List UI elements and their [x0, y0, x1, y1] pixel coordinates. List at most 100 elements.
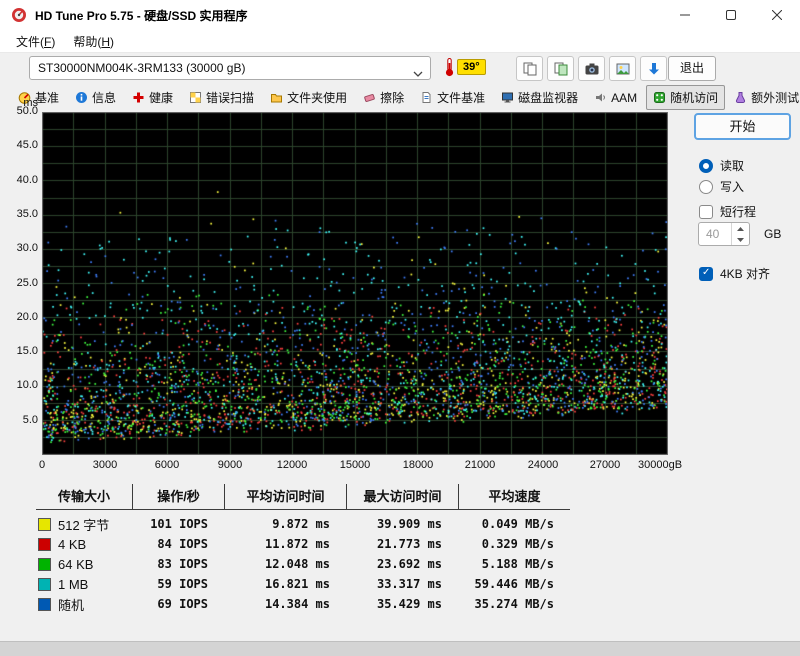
- table-cell: 35.429 ms: [376, 597, 442, 611]
- chevron-down-icon: [413, 66, 423, 80]
- tab-extra-tests[interactable]: 额外测试: [727, 85, 800, 110]
- app-icon: [11, 7, 27, 23]
- y-tick-label: 5.0: [22, 414, 38, 426]
- short-stroke-size-input[interactable]: [699, 223, 731, 245]
- aam-icon: [594, 91, 607, 104]
- table-cell: 59 IOPS: [157, 577, 208, 591]
- menu-file[interactable]: 文件(F): [7, 30, 64, 53]
- table-cell: 84 IOPS: [157, 537, 208, 551]
- drive-select-value: ST30000NM004K-3RM133 (30000 gB): [38, 61, 246, 75]
- short-stroke-size-field: [698, 222, 750, 246]
- tab-aam[interactable]: AAM: [587, 87, 644, 109]
- x-tick-label: 24000: [527, 459, 559, 471]
- column-header: 平均速度: [458, 484, 570, 510]
- table-cell: 23.692 ms: [376, 557, 442, 571]
- column-header: 最大访问时间: [346, 484, 458, 510]
- health-icon: [132, 91, 145, 104]
- y-tick-label: 50.0: [16, 105, 38, 117]
- tab-file-benchmark[interactable]: 文件基准: [413, 85, 492, 110]
- copy-text-icon[interactable]: [516, 56, 543, 81]
- table-cell: 0.329 MB/s: [481, 537, 554, 551]
- table-cell: 59.446 MB/s: [474, 577, 554, 591]
- short-stroke-unit-label: GB: [764, 227, 782, 241]
- table-row-legend: 512 字节: [36, 514, 132, 534]
- legend-swatch-512b[interactable]: [38, 517, 51, 531]
- error-scan-icon: [189, 91, 202, 104]
- read-radio-label: 读取: [720, 159, 745, 173]
- x-tick-label: 6000: [154, 459, 180, 471]
- x-tick-label: 30000gB: [638, 459, 683, 471]
- legend-swatch-random[interactable]: [38, 597, 51, 611]
- write-radio-label: 写入: [720, 180, 745, 194]
- table-cell: 33.317 ms: [376, 577, 442, 591]
- random-access-icon: [653, 91, 666, 104]
- table-cell: 16.821 ms: [264, 577, 330, 591]
- legend-swatch-64kb[interactable]: [38, 557, 51, 571]
- table-cell: 83 IOPS: [157, 557, 208, 571]
- table-cell: 9.872 ms: [272, 517, 330, 531]
- spin-down-icon[interactable]: [732, 234, 748, 245]
- table-cell: 101 IOPS: [150, 517, 208, 531]
- table-cell: 5.188 MB/s: [481, 557, 554, 571]
- start-button[interactable]: 开始: [694, 113, 791, 140]
- y-tick-label: 30.0: [16, 242, 38, 254]
- short-stroke-checkbox[interactable]: [699, 204, 713, 219]
- align-checkbox[interactable]: [699, 266, 713, 281]
- y-tick-label: 15.0: [16, 345, 38, 357]
- x-tick-label: 18000: [402, 459, 434, 471]
- spin-up-icon[interactable]: [732, 223, 748, 234]
- x-tick-label: 3000: [92, 459, 118, 471]
- disk-monitor-icon: [501, 91, 514, 104]
- screenshot-camera-icon[interactable]: [578, 56, 605, 81]
- table-cell: 14.384 ms: [264, 597, 330, 611]
- minimize-button[interactable]: [662, 0, 708, 30]
- table-cell: 35.274 MB/s: [474, 597, 554, 611]
- file-benchmark-icon: [420, 91, 433, 104]
- tab-random-access[interactable]: 随机访问: [646, 85, 726, 110]
- toolbar: ST30000NM004K-3RM133 (30000 gB) 39° 退出: [0, 54, 800, 84]
- menu-help[interactable]: 帮助(H): [64, 30, 123, 53]
- align-checkbox-label: 4KB 对齐: [720, 267, 771, 281]
- random-access-scatter-chart: [42, 112, 668, 455]
- tab-error-scan[interactable]: 错误扫描: [182, 85, 261, 110]
- tab-folder-usage[interactable]: 文件夹使用: [263, 85, 354, 110]
- tab-info[interactable]: 信息: [68, 85, 123, 110]
- close-button[interactable]: [754, 0, 800, 30]
- x-tick-label: 21000: [464, 459, 496, 471]
- legend-swatch-4kb[interactable]: [38, 537, 51, 551]
- table-row-legend: 64 KB: [36, 554, 132, 574]
- folder-usage-icon: [270, 91, 283, 104]
- copy-image-icon[interactable]: [547, 56, 574, 81]
- save-file-icon[interactable]: [640, 56, 667, 81]
- table-cell: 69 IOPS: [157, 597, 208, 611]
- table-row-legend: 1 MB: [36, 574, 132, 594]
- tabbar: 基准 信息 健康 错误扫描 文件夹使用 擦除 文件基准 磁盘监视器 AAM 随机…: [0, 85, 800, 110]
- thermometer-icon: [444, 57, 455, 82]
- drive-select[interactable]: ST30000NM004K-3RM133 (30000 gB): [29, 56, 431, 80]
- y-tick-label: 20.0: [16, 311, 38, 323]
- column-header: 操作/秒: [132, 484, 224, 510]
- x-tick-label: 12000: [276, 459, 308, 471]
- tab-health[interactable]: 健康: [125, 85, 180, 110]
- column-header: 平均访问时间: [224, 484, 346, 510]
- y-tick-label: 40.0: [16, 174, 38, 186]
- x-tick-label: 27000: [589, 459, 621, 471]
- table-cell: 0.049 MB/s: [481, 517, 554, 531]
- write-radio[interactable]: [699, 179, 713, 194]
- x-tick-label: 9000: [217, 459, 243, 471]
- table-row-legend: 随机: [36, 594, 132, 614]
- maximize-button[interactable]: [708, 0, 754, 30]
- temperature-badge: 39°: [457, 59, 486, 75]
- table-cell: 21.773 ms: [376, 537, 442, 551]
- exit-button[interactable]: 退出: [668, 56, 716, 81]
- column-header: 传输大小: [36, 484, 132, 510]
- tab-disk-monitor[interactable]: 磁盘监视器: [494, 85, 585, 110]
- x-tick-label: 0: [38, 459, 46, 471]
- table-cell: 11.872 ms: [264, 537, 330, 551]
- read-radio[interactable]: [699, 158, 713, 173]
- save-image-icon[interactable]: [609, 56, 636, 81]
- table-cell: 39.909 ms: [376, 517, 442, 531]
- tab-erase[interactable]: 擦除: [356, 85, 411, 110]
- legend-swatch-1mb[interactable]: [38, 577, 51, 591]
- erase-icon: [363, 91, 376, 104]
